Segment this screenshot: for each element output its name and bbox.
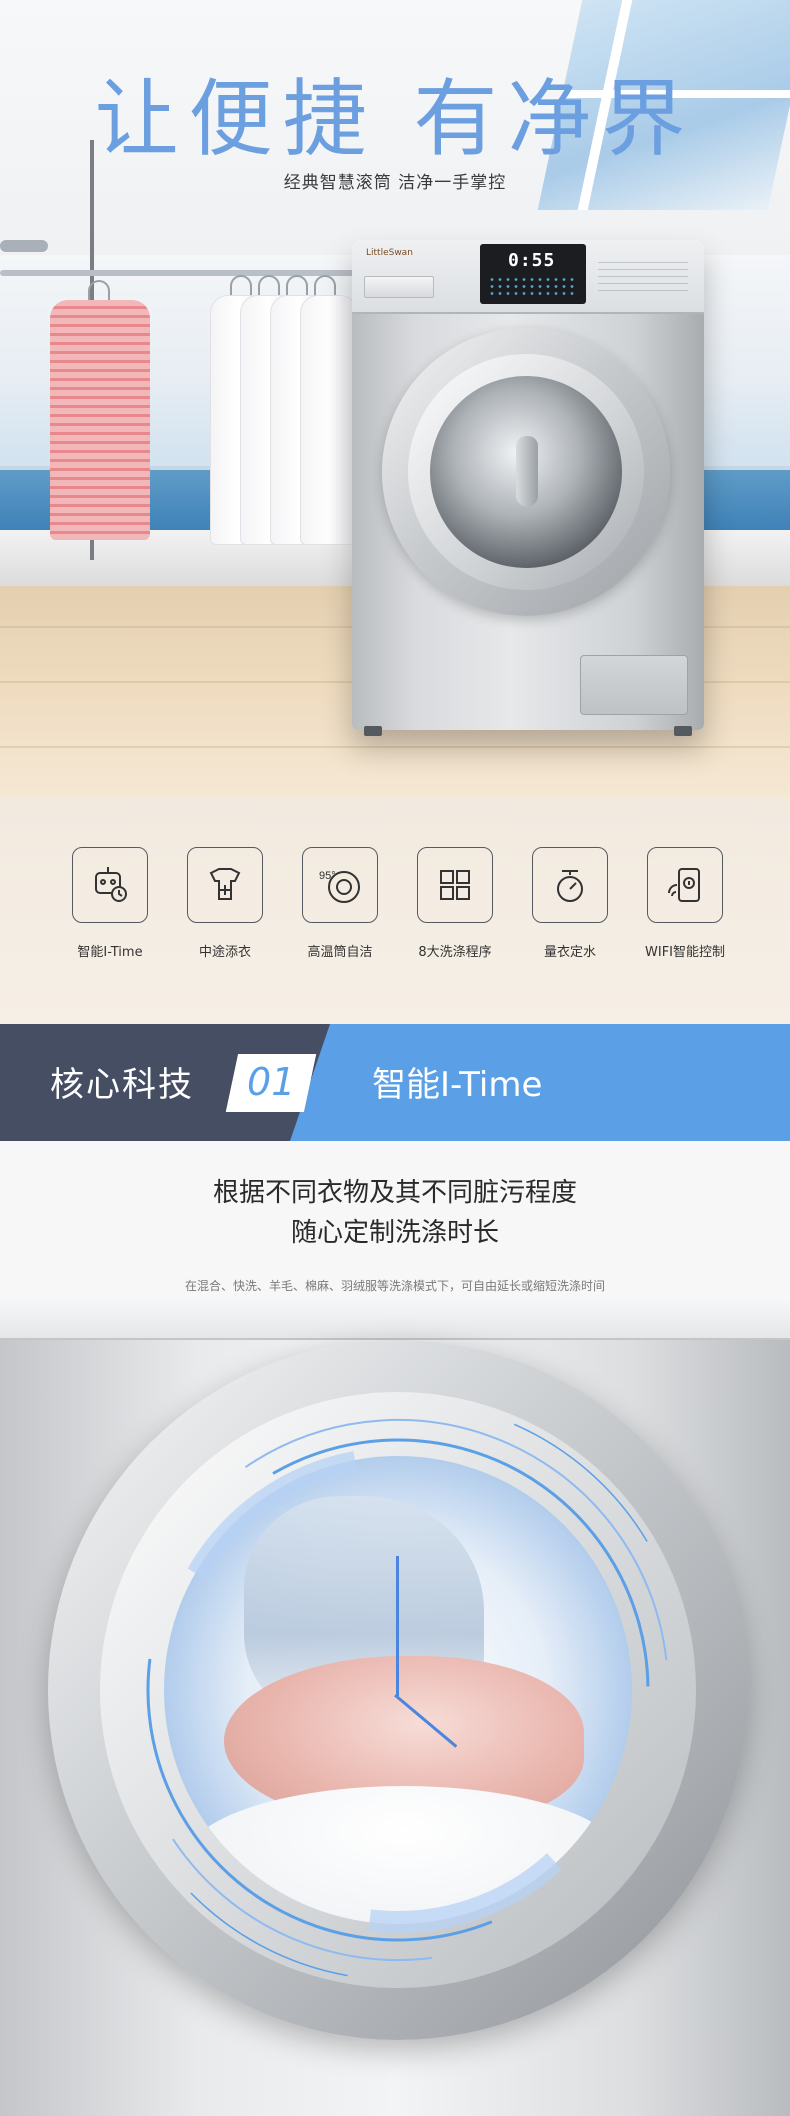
- feature-item: 智能I-Time: [55, 847, 165, 960]
- clothes-rail: [0, 270, 360, 276]
- section-number: 01: [247, 1060, 296, 1104]
- door-glass: [430, 376, 622, 568]
- brand-logo: LittleSwan: [366, 248, 413, 258]
- hero-banner: 让便捷 有净界 经典智慧滚筒 洁净一手掌控 LittleSwan 0:55: [0, 0, 790, 797]
- feature-item: 8大洗涤程序: [400, 847, 510, 960]
- feature-label: 智能I-Time: [77, 945, 143, 960]
- description-line-1: 根据不同衣物及其不同脏污程度: [212, 1178, 577, 1208]
- description-line-2: 随心定制洗涤时长: [290, 1218, 499, 1248]
- hero-headline: 让便捷 有净界: [94, 70, 696, 168]
- feature-label: 8大洗涤程序: [418, 945, 492, 960]
- description-detail: 在混合、快洗、羊毛、棉麻、羽绒服等洗涤模式下，可自由延长或缩短洗涤时间: [184, 1279, 605, 1293]
- washer-door: [382, 328, 670, 616]
- panel-display: 0:55: [508, 250, 556, 271]
- feature-label: 中途添衣: [198, 945, 251, 960]
- feature-label: 高温筒自洁: [307, 945, 373, 960]
- shower-head: [0, 240, 48, 252]
- feature-item: 95° 高温筒自洁: [285, 847, 395, 960]
- svg-text:95°: 95°: [319, 870, 336, 882]
- scale-icon: [532, 847, 608, 923]
- robot-timer-icon: [72, 847, 148, 923]
- detergent-drawer: [364, 276, 434, 298]
- program-grid-icon: [417, 847, 493, 923]
- feature-item: 量衣定水: [515, 847, 625, 960]
- feature-item: 中途添衣: [170, 847, 280, 960]
- washing-machine-image: LittleSwan 0:55: [352, 240, 704, 736]
- section-number-badge: 01: [225, 1054, 317, 1112]
- large-door-ring: [48, 1340, 748, 2040]
- feature-icons-row: 智能I-Time 中途添衣 95° 高温筒自洁 8大洗涤程序 量衣定水 WIFI…: [0, 797, 790, 1024]
- white-shirt: [300, 295, 358, 545]
- feature-item: WIFI智能控制: [630, 847, 740, 960]
- control-panel: 0:55: [480, 244, 586, 304]
- hero-subline: 经典智慧滚筒 洁净一手掌控: [283, 173, 507, 193]
- pink-shirt: [50, 300, 150, 540]
- phone-wifi-icon: [647, 847, 723, 923]
- drum-95-icon: 95°: [302, 847, 378, 923]
- drum-closeup-image: [0, 1300, 790, 2116]
- product-page: 让便捷 有净界 经典智慧滚筒 洁净一手掌控 LittleSwan 0:55 智能…: [0, 0, 790, 2116]
- core-tech-banner: 核心科技 01 智能I-Time: [0, 1024, 790, 1141]
- add-clothes-icon: [187, 847, 263, 923]
- core-tech-title: 核心科技: [50, 1065, 194, 1105]
- feature-label: WIFI智能控制: [645, 945, 725, 960]
- feature-label: 量衣定水: [543, 945, 596, 960]
- core-feature-name: 智能I-Time: [372, 1065, 543, 1105]
- filter-cover: [580, 655, 688, 715]
- timer-arc-graphic: [107, 1399, 689, 1981]
